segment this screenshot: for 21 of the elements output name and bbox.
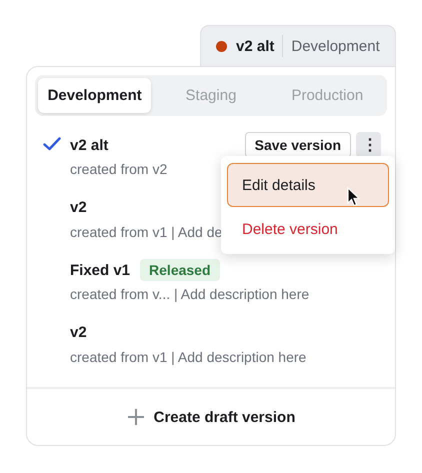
checkmark-icon <box>42 137 60 151</box>
version-title[interactable]: v2 alt <box>70 136 108 154</box>
menu-item[interactable]: Edit details <box>227 163 389 207</box>
create-draft-button[interactable]: Create draft version <box>120 407 302 427</box>
plus-icon <box>126 408 145 426</box>
more-options-button[interactable]: ⋮ <box>356 132 381 158</box>
menu-item[interactable]: Delete version <box>227 212 389 246</box>
tab[interactable]: Development <box>38 78 152 113</box>
version-description: created from v... | Add description here <box>70 286 310 302</box>
cursor-icon <box>347 187 361 207</box>
version-title[interactable]: v2 <box>70 324 87 341</box>
environment-label: Development <box>291 38 380 54</box>
version-title[interactable]: v2 <box>70 199 87 216</box>
version-description: created from v2 <box>70 161 168 177</box>
save-version-button[interactable]: Save version <box>244 132 351 158</box>
version-title[interactable]: Fixed v1 <box>70 262 130 278</box>
version-description: created from v1 | Add description here <box>70 348 306 364</box>
current-version-badge[interactable]: v2 alt Development <box>200 25 396 66</box>
status-tag: Released <box>140 259 220 281</box>
version-description: created from v1 | Add de <box>70 224 222 240</box>
version-name: v2 alt <box>236 38 274 54</box>
